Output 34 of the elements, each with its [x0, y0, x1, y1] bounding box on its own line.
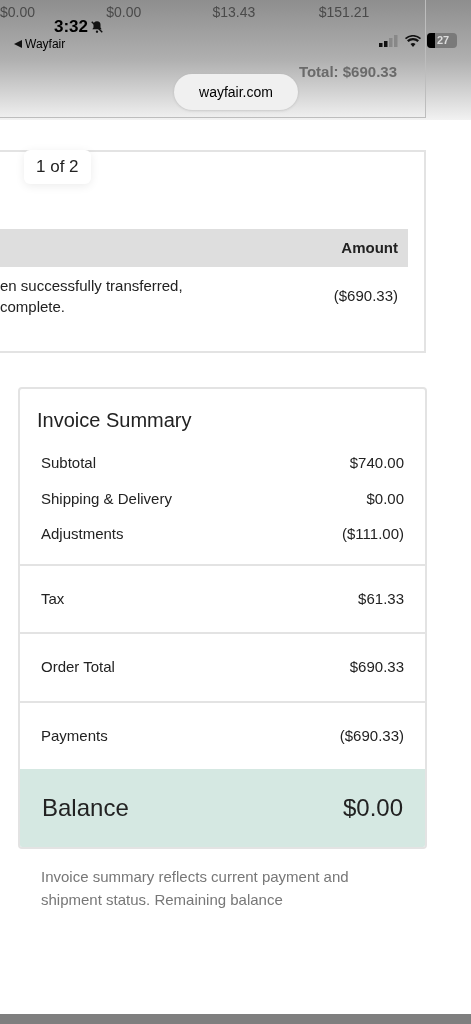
- amount-text: $151.21: [318, 3, 371, 22]
- wifi-icon: [405, 34, 421, 47]
- summary-label: Order Total: [41, 657, 115, 677]
- summary-value: $0.00: [366, 488, 404, 509]
- balance-value: $0.00: [342, 793, 403, 823]
- summary-label: Shipping & Delivery: [41, 488, 172, 509]
- amount-text: $0.00: [106, 3, 143, 22]
- summary-label: Payments: [41, 725, 108, 746]
- payment-description: en successfully transferred, complete.: [0, 276, 183, 317]
- summary-label: Tax: [41, 588, 65, 609]
- amount-text: $13.43: [212, 3, 257, 22]
- payment-amount: ($690.33): [333, 285, 398, 306]
- battery-percent: 27: [436, 35, 450, 46]
- amount-text: $0.00: [0, 3, 37, 22]
- summary-value: ($111.00): [342, 524, 404, 544]
- summary-value: $690.33: [349, 657, 404, 677]
- bell-off-icon: [90, 19, 105, 34]
- total-text: Total: $690.33: [298, 62, 397, 82]
- summary-value: $61.33: [358, 588, 404, 609]
- page-badge: 1 of 2: [24, 150, 91, 184]
- signal-icon: [379, 34, 399, 47]
- summary-label: Adjustments: [41, 524, 124, 544]
- clock-time: 3:32: [54, 18, 89, 35]
- summary-note: Invoice summary reflects current payment and shipment status. Remaining balance: [41, 867, 350, 910]
- summary-value: ($690.33): [339, 725, 404, 746]
- url-pill[interactable]: wayfair.com: [174, 74, 298, 110]
- summary-title: Invoice Summary: [37, 408, 193, 433]
- back-to-app-link[interactable]: Wayfair: [14, 35, 105, 53]
- column-header: Amount: [341, 237, 398, 258]
- summary-label: Subtotal: [41, 453, 97, 473]
- back-label: Wayfair: [25, 36, 66, 53]
- summary-value: $740.00: [349, 453, 404, 473]
- back-triangle-icon: [14, 40, 22, 48]
- balance-label: Balance: [42, 793, 129, 823]
